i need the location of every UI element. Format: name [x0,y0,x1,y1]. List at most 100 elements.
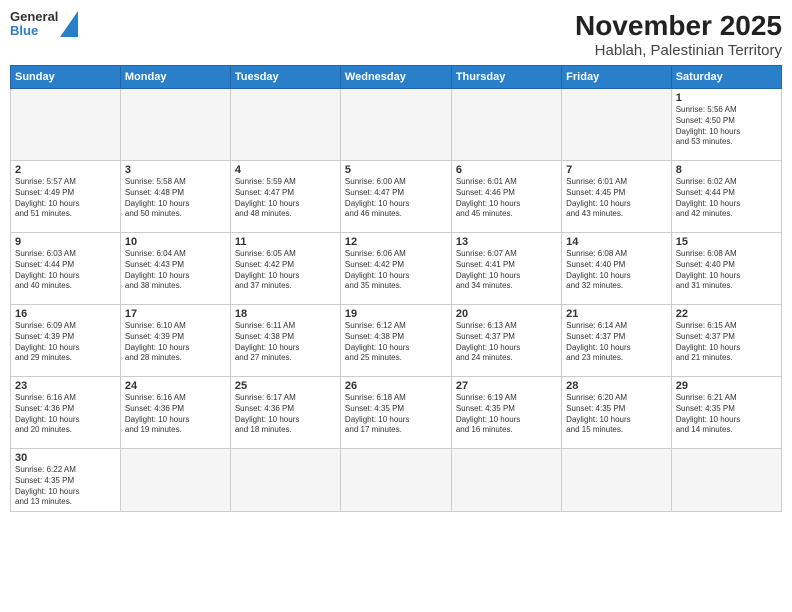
logo-blue: Blue [10,24,58,38]
table-row: 1Sunrise: 5:56 AM Sunset: 4:50 PM Daylig… [671,89,781,161]
day-info: Sunrise: 6:18 AM Sunset: 4:35 PM Dayligh… [345,393,447,436]
table-row: 3Sunrise: 5:58 AM Sunset: 4:48 PM Daylig… [120,161,230,233]
day-number: 28 [566,380,667,392]
day-info: Sunrise: 6:01 AM Sunset: 4:46 PM Dayligh… [456,177,557,220]
calendar-week-row: 1Sunrise: 5:56 AM Sunset: 4:50 PM Daylig… [11,89,782,161]
calendar-week-row: 16Sunrise: 6:09 AM Sunset: 4:39 PM Dayli… [11,305,782,377]
table-row: 23Sunrise: 6:16 AM Sunset: 4:36 PM Dayli… [11,377,121,449]
table-row: 27Sunrise: 6:19 AM Sunset: 4:35 PM Dayli… [451,377,561,449]
day-number: 21 [566,308,667,320]
logo-general: General [10,10,58,24]
day-info: Sunrise: 6:20 AM Sunset: 4:35 PM Dayligh… [566,393,667,436]
day-info: Sunrise: 6:14 AM Sunset: 4:37 PM Dayligh… [566,321,667,364]
calendar-week-row: 30Sunrise: 6:22 AM Sunset: 4:35 PM Dayli… [11,449,782,512]
day-number: 30 [15,452,116,464]
day-info: Sunrise: 6:07 AM Sunset: 4:41 PM Dayligh… [456,249,557,292]
day-info: Sunrise: 6:12 AM Sunset: 4:38 PM Dayligh… [345,321,447,364]
day-info: Sunrise: 6:16 AM Sunset: 4:36 PM Dayligh… [125,393,226,436]
day-number: 13 [456,236,557,248]
day-info: Sunrise: 6:09 AM Sunset: 4:39 PM Dayligh… [15,321,116,364]
header: General Blue November 2025 Hablah, Pales… [10,10,782,59]
weekday-header-row: Sunday Monday Tuesday Wednesday Thursday… [11,66,782,89]
day-number: 26 [345,380,447,392]
day-info: Sunrise: 6:05 AM Sunset: 4:42 PM Dayligh… [235,249,336,292]
day-number: 8 [676,164,777,176]
day-number: 17 [125,308,226,320]
day-number: 20 [456,308,557,320]
day-info: Sunrise: 6:10 AM Sunset: 4:39 PM Dayligh… [125,321,226,364]
day-info: Sunrise: 6:11 AM Sunset: 4:38 PM Dayligh… [235,321,336,364]
logo: General Blue [10,10,78,39]
table-row [671,449,781,512]
day-number: 3 [125,164,226,176]
day-number: 4 [235,164,336,176]
table-row [340,89,451,161]
location-subtitle: Hablah, Palestinian Territory [575,42,782,59]
day-info: Sunrise: 5:58 AM Sunset: 4:48 PM Dayligh… [125,177,226,220]
day-info: Sunrise: 6:06 AM Sunset: 4:42 PM Dayligh… [345,249,447,292]
table-row [562,449,672,512]
table-row: 5Sunrise: 6:00 AM Sunset: 4:47 PM Daylig… [340,161,451,233]
calendar-table: Sunday Monday Tuesday Wednesday Thursday… [10,65,782,512]
table-row: 13Sunrise: 6:07 AM Sunset: 4:41 PM Dayli… [451,233,561,305]
header-saturday: Saturday [671,66,781,89]
table-row [230,449,340,512]
day-info: Sunrise: 6:08 AM Sunset: 4:40 PM Dayligh… [676,249,777,292]
day-number: 10 [125,236,226,248]
month-year-title: November 2025 [575,10,782,42]
day-info: Sunrise: 5:59 AM Sunset: 4:47 PM Dayligh… [235,177,336,220]
header-wednesday: Wednesday [340,66,451,89]
header-sunday: Sunday [11,66,121,89]
table-row: 20Sunrise: 6:13 AM Sunset: 4:37 PM Dayli… [451,305,561,377]
table-row [451,449,561,512]
day-number: 9 [15,236,116,248]
day-info: Sunrise: 6:08 AM Sunset: 4:40 PM Dayligh… [566,249,667,292]
table-row: 11Sunrise: 6:05 AM Sunset: 4:42 PM Dayli… [230,233,340,305]
header-tuesday: Tuesday [230,66,340,89]
day-info: Sunrise: 6:21 AM Sunset: 4:35 PM Dayligh… [676,393,777,436]
table-row: 25Sunrise: 6:17 AM Sunset: 4:36 PM Dayli… [230,377,340,449]
table-row [120,449,230,512]
day-number: 18 [235,308,336,320]
day-number: 24 [125,380,226,392]
table-row [11,89,121,161]
table-row: 26Sunrise: 6:18 AM Sunset: 4:35 PM Dayli… [340,377,451,449]
day-number: 1 [676,92,777,104]
day-number: 23 [15,380,116,392]
header-friday: Friday [562,66,672,89]
table-row: 29Sunrise: 6:21 AM Sunset: 4:35 PM Dayli… [671,377,781,449]
table-row: 10Sunrise: 6:04 AM Sunset: 4:43 PM Dayli… [120,233,230,305]
day-info: Sunrise: 6:16 AM Sunset: 4:36 PM Dayligh… [15,393,116,436]
day-number: 29 [676,380,777,392]
day-number: 2 [15,164,116,176]
day-info: Sunrise: 6:01 AM Sunset: 4:45 PM Dayligh… [566,177,667,220]
day-number: 15 [676,236,777,248]
table-row: 17Sunrise: 6:10 AM Sunset: 4:39 PM Dayli… [120,305,230,377]
table-row [562,89,672,161]
table-row [340,449,451,512]
day-number: 22 [676,308,777,320]
table-row: 7Sunrise: 6:01 AM Sunset: 4:45 PM Daylig… [562,161,672,233]
page: General Blue November 2025 Hablah, Pales… [0,0,792,612]
day-info: Sunrise: 5:56 AM Sunset: 4:50 PM Dayligh… [676,105,777,148]
day-info: Sunrise: 6:00 AM Sunset: 4:47 PM Dayligh… [345,177,447,220]
day-number: 6 [456,164,557,176]
table-row: 14Sunrise: 6:08 AM Sunset: 4:40 PM Dayli… [562,233,672,305]
day-info: Sunrise: 6:15 AM Sunset: 4:37 PM Dayligh… [676,321,777,364]
day-number: 27 [456,380,557,392]
day-number: 14 [566,236,667,248]
table-row: 21Sunrise: 6:14 AM Sunset: 4:37 PM Dayli… [562,305,672,377]
day-number: 19 [345,308,447,320]
table-row: 15Sunrise: 6:08 AM Sunset: 4:40 PM Dayli… [671,233,781,305]
day-info: Sunrise: 6:02 AM Sunset: 4:44 PM Dayligh… [676,177,777,220]
table-row: 8Sunrise: 6:02 AM Sunset: 4:44 PM Daylig… [671,161,781,233]
table-row: 24Sunrise: 6:16 AM Sunset: 4:36 PM Dayli… [120,377,230,449]
table-row: 16Sunrise: 6:09 AM Sunset: 4:39 PM Dayli… [11,305,121,377]
calendar-week-row: 9Sunrise: 6:03 AM Sunset: 4:44 PM Daylig… [11,233,782,305]
table-row: 6Sunrise: 6:01 AM Sunset: 4:46 PM Daylig… [451,161,561,233]
day-info: Sunrise: 5:57 AM Sunset: 4:49 PM Dayligh… [15,177,116,220]
table-row: 4Sunrise: 5:59 AM Sunset: 4:47 PM Daylig… [230,161,340,233]
table-row [451,89,561,161]
day-info: Sunrise: 6:19 AM Sunset: 4:35 PM Dayligh… [456,393,557,436]
table-row: 30Sunrise: 6:22 AM Sunset: 4:35 PM Dayli… [11,449,121,512]
